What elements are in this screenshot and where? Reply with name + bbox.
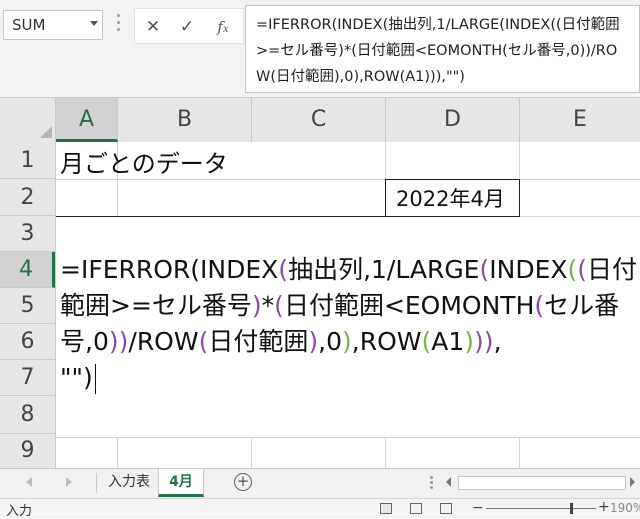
formula-segment: * — [261, 291, 275, 320]
name-box[interactable]: SUM — [3, 10, 103, 40]
formula-segment: ( — [567, 255, 578, 284]
normal-view-icon[interactable] — [380, 503, 392, 514]
formula-segment: ( — [534, 291, 545, 320]
tab-split-handle[interactable] — [430, 476, 434, 490]
formula-segment: ,0 — [318, 327, 342, 356]
formula-segment: ) — [108, 327, 119, 356]
check-icon[interactable]: ✓ — [175, 15, 199, 39]
formula-segment: ) — [474, 327, 484, 356]
text-caret — [94, 364, 96, 394]
status-mode: 入力 — [6, 504, 33, 519]
page-break-preview-icon[interactable] — [440, 503, 452, 514]
row-header-9[interactable]: 9 — [0, 434, 55, 468]
formula-segment: ( — [479, 255, 490, 284]
scroll-left-icon[interactable] — [26, 477, 32, 487]
gridline — [117, 437, 118, 468]
zoom-level[interactable]: 190% — [610, 501, 640, 515]
row-header-bar: 1 2 3 4 5 6 7 8 9 — [0, 142, 56, 468]
hscroll-right-icon[interactable] — [630, 477, 635, 487]
row-header-1[interactable]: 1 — [0, 142, 55, 179]
gridline — [519, 437, 520, 468]
column-header-d[interactable]: D — [386, 98, 520, 142]
formula-segment: =IFERROR(INDEX — [60, 255, 279, 284]
formula-segment: ,ROW — [351, 327, 422, 356]
divider — [96, 473, 97, 493]
table-border — [385, 179, 386, 217]
scroll-right-icon[interactable] — [66, 477, 72, 487]
formula-segment: 日付範囲<EOMONTH — [283, 291, 535, 320]
formula-segment: A1 — [431, 327, 465, 356]
select-all-triangle-icon — [40, 126, 52, 138]
row-header-3[interactable]: 3 — [0, 216, 55, 252]
sheet-tab-input[interactable]: 入力表 — [100, 469, 158, 497]
formula-segment: ( — [421, 327, 432, 356]
table-border — [56, 216, 520, 217]
row-header-7[interactable]: 7 — [0, 360, 55, 396]
formula-segment: ) — [308, 327, 319, 356]
status-bar: 入力 − + 190% — [0, 498, 640, 519]
formula-bar-area: SUM ✕ ✓ fx =IFERROR(INDEX(抽出列,1/LARGE(IN… — [0, 0, 640, 97]
column-header-a[interactable]: A — [56, 98, 118, 142]
formula-segment: 抽出列,1/LARGE — [288, 255, 480, 284]
name-box-value: SUM — [12, 16, 46, 34]
close-icon[interactable]: ✕ — [141, 15, 165, 39]
formula-segment: 日付範囲 — [208, 327, 309, 356]
sheet-tab-april[interactable]: 4月 — [158, 469, 204, 497]
chevron-down-icon[interactable] — [90, 21, 98, 26]
row-header-5[interactable]: 5 — [0, 288, 55, 324]
hscroll-left-icon[interactable] — [446, 477, 451, 487]
formula-text: =IFERROR(INDEX(抽出列,1/LARGE(INDEX((日付範囲>=… — [256, 17, 620, 85]
column-header-b[interactable]: B — [118, 98, 252, 142]
gridline — [385, 437, 386, 468]
formula-segment: INDEX — [489, 255, 568, 284]
formula-input[interactable]: =IFERROR(INDEX(抽出列,1/LARGE(INDEX((日付範囲>=… — [245, 5, 640, 93]
formula-segment: ) — [342, 327, 352, 356]
formula-segment: ) — [118, 327, 129, 356]
formula-segment: ( — [198, 327, 209, 356]
table-border — [519, 179, 520, 217]
fx-icon[interactable]: fx — [211, 15, 235, 39]
sheet-tab-bar: 入力表 4月 + — [0, 468, 640, 498]
formula-segment: ) — [464, 327, 475, 356]
gridline — [251, 437, 252, 468]
row-header-6[interactable]: 6 — [0, 324, 55, 360]
page-layout-icon[interactable] — [410, 503, 422, 514]
formula-segment: /ROW — [128, 327, 199, 356]
zoom-out-icon[interactable]: − — [472, 500, 484, 516]
column-header-bar: A B C D E — [0, 97, 640, 142]
select-all-button[interactable] — [0, 98, 56, 142]
zoom-slider-thumb[interactable] — [570, 503, 573, 514]
cell-editor-text: =IFERROR(INDEX(抽出列,1/LARGE(INDEX((日付範囲>=… — [60, 255, 637, 392]
column-header-e[interactable]: E — [520, 98, 640, 142]
gridline — [56, 179, 640, 180]
formula-segment: ( — [274, 291, 284, 320]
drag-handle-icon[interactable] — [117, 14, 121, 36]
formula-segment: ) — [483, 327, 494, 356]
row-header-8[interactable]: 8 — [0, 396, 55, 434]
formula-segment: ( — [278, 255, 289, 284]
add-sheet-icon[interactable]: + — [234, 473, 252, 491]
column-header-c[interactable]: C — [252, 98, 386, 142]
cell-a4-editor[interactable]: =IFERROR(INDEX(抽出列,1/LARGE(INDEX((日付範囲>=… — [60, 252, 640, 396]
row-header-2[interactable]: 2 — [0, 179, 55, 216]
zoom-in-icon[interactable]: + — [598, 499, 610, 515]
formula-segment: ) — [251, 291, 262, 320]
horizontal-scrollbar[interactable] — [458, 476, 626, 490]
formula-buttons: ✕ ✓ fx — [134, 8, 244, 44]
zoom-slider[interactable] — [486, 508, 596, 509]
cell-d2[interactable]: 2022年4月 — [396, 183, 505, 213]
gridline — [56, 437, 640, 438]
cell-a1[interactable]: 月ごとのデータ — [60, 144, 228, 179]
formula-segment: ( — [577, 255, 588, 284]
row-header-4[interactable]: 4 — [0, 252, 55, 288]
table-border — [385, 179, 520, 180]
